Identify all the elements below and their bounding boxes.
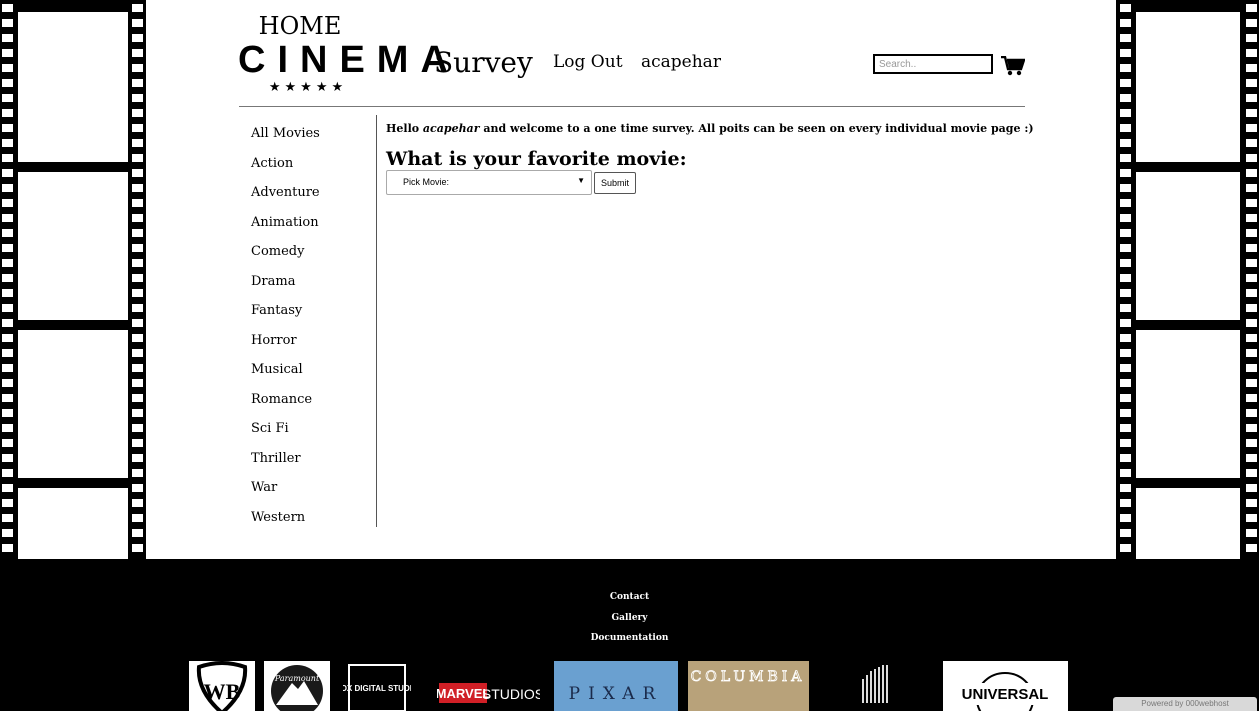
pixar-text: PIXAR [569, 684, 664, 704]
wb-text: WB [204, 679, 241, 704]
movie-select-value: Pick Movie: [403, 177, 450, 187]
logo-home-text: HOME [258, 12, 342, 40]
logo-cinema-text: CINEMA [238, 39, 460, 81]
sidebar-divider [376, 115, 377, 527]
film-frame [18, 488, 128, 560]
sidebar-item-animation[interactable]: Animation [251, 214, 371, 244]
film-strip-right [1116, 0, 1259, 560]
logo-stars: ★★★★★ [268, 80, 348, 95]
greeting-username: acapehar [422, 122, 480, 135]
universal-text: UNIVERSAL [962, 686, 1049, 703]
sidebar-item-musical[interactable]: Musical [251, 361, 371, 391]
sidebar-item-action[interactable]: Action [251, 155, 371, 185]
film-frame [18, 12, 128, 162]
nav-logout-link[interactable]: Log Out [553, 52, 623, 72]
sidebar-item-drama[interactable]: Drama [251, 273, 371, 303]
sony-logo [856, 661, 896, 711]
film-frame [1136, 488, 1240, 560]
warner-bros-logo: WB [189, 661, 255, 711]
footer-link-contact[interactable]: Contact [0, 592, 1259, 602]
greeting-prefix: Hello [386, 122, 423, 135]
site-logo[interactable]: HOME CINEMA ★★★★★ [238, 14, 460, 96]
sidebar-item-comedy[interactable]: Comedy [251, 243, 371, 273]
shopping-cart-icon[interactable] [1001, 55, 1026, 80]
greeting-suffix: and welcome to a one time survey. All po… [479, 122, 1034, 135]
universal-logo: UNIVERSAL [943, 661, 1068, 711]
sidebar-item-thriller[interactable]: Thriller [251, 450, 371, 480]
film-frame [1136, 12, 1240, 162]
film-holes [1246, 4, 1257, 560]
film-holes [2, 4, 13, 560]
marvel-studios-logo: MARVEL STUDIOS [437, 661, 540, 711]
paramount-text: Paramount [274, 674, 320, 683]
fox-digital-studio-logo: FOX DIGITAL STUDIO [343, 661, 411, 711]
pixar-logo: PIXAR [554, 661, 678, 711]
sidebar-item-adventure[interactable]: Adventure [251, 184, 371, 214]
film-holes [132, 4, 143, 560]
survey-question: What is your favorite movie: [386, 148, 687, 170]
film-holes [1120, 4, 1131, 560]
film-frame [18, 330, 128, 478]
columbia-logo: COLUMBIA [688, 661, 809, 711]
sidebar-item-romance[interactable]: Romance [251, 391, 371, 421]
sidebar-item-western[interactable]: Western [251, 509, 371, 539]
footer-link-documentation[interactable]: Documentation [0, 633, 1259, 643]
film-frame [1136, 172, 1240, 320]
survey-greeting: Hello acapehar and welcome to a one time… [386, 122, 1034, 135]
fox-text: FOX DIGITAL STUDIO [343, 684, 411, 693]
studios-text: STUDIOS [482, 686, 540, 702]
nav-username[interactable]: acapehar [641, 52, 721, 72]
submit-button[interactable]: Submit [594, 172, 636, 194]
film-frame [1136, 330, 1240, 478]
chevron-down-icon: ▼ [577, 176, 585, 185]
movie-select[interactable]: Pick Movie: ▼ [386, 170, 592, 195]
columbia-text: COLUMBIA [691, 669, 806, 685]
header-divider [239, 106, 1025, 107]
genre-sidebar: All Movies Action Adventure Animation Co… [251, 125, 371, 538]
paramount-logo: Paramount [264, 661, 330, 711]
footer-link-gallery[interactable]: Gallery [0, 613, 1259, 623]
film-frame [18, 172, 128, 320]
sidebar-item-all-movies[interactable]: All Movies [251, 125, 371, 155]
sidebar-item-sci-fi[interactable]: Sci Fi [251, 420, 371, 450]
sidebar-item-fantasy[interactable]: Fantasy [251, 302, 371, 332]
powered-by-badge[interactable]: Powered by 000webhost [1113, 697, 1257, 711]
sidebar-item-war[interactable]: War [251, 479, 371, 509]
search-input[interactable] [873, 54, 993, 74]
film-strip-left [0, 0, 146, 560]
sidebar-item-horror[interactable]: Horror [251, 332, 371, 362]
nav-survey-link[interactable]: Survey [434, 46, 533, 79]
